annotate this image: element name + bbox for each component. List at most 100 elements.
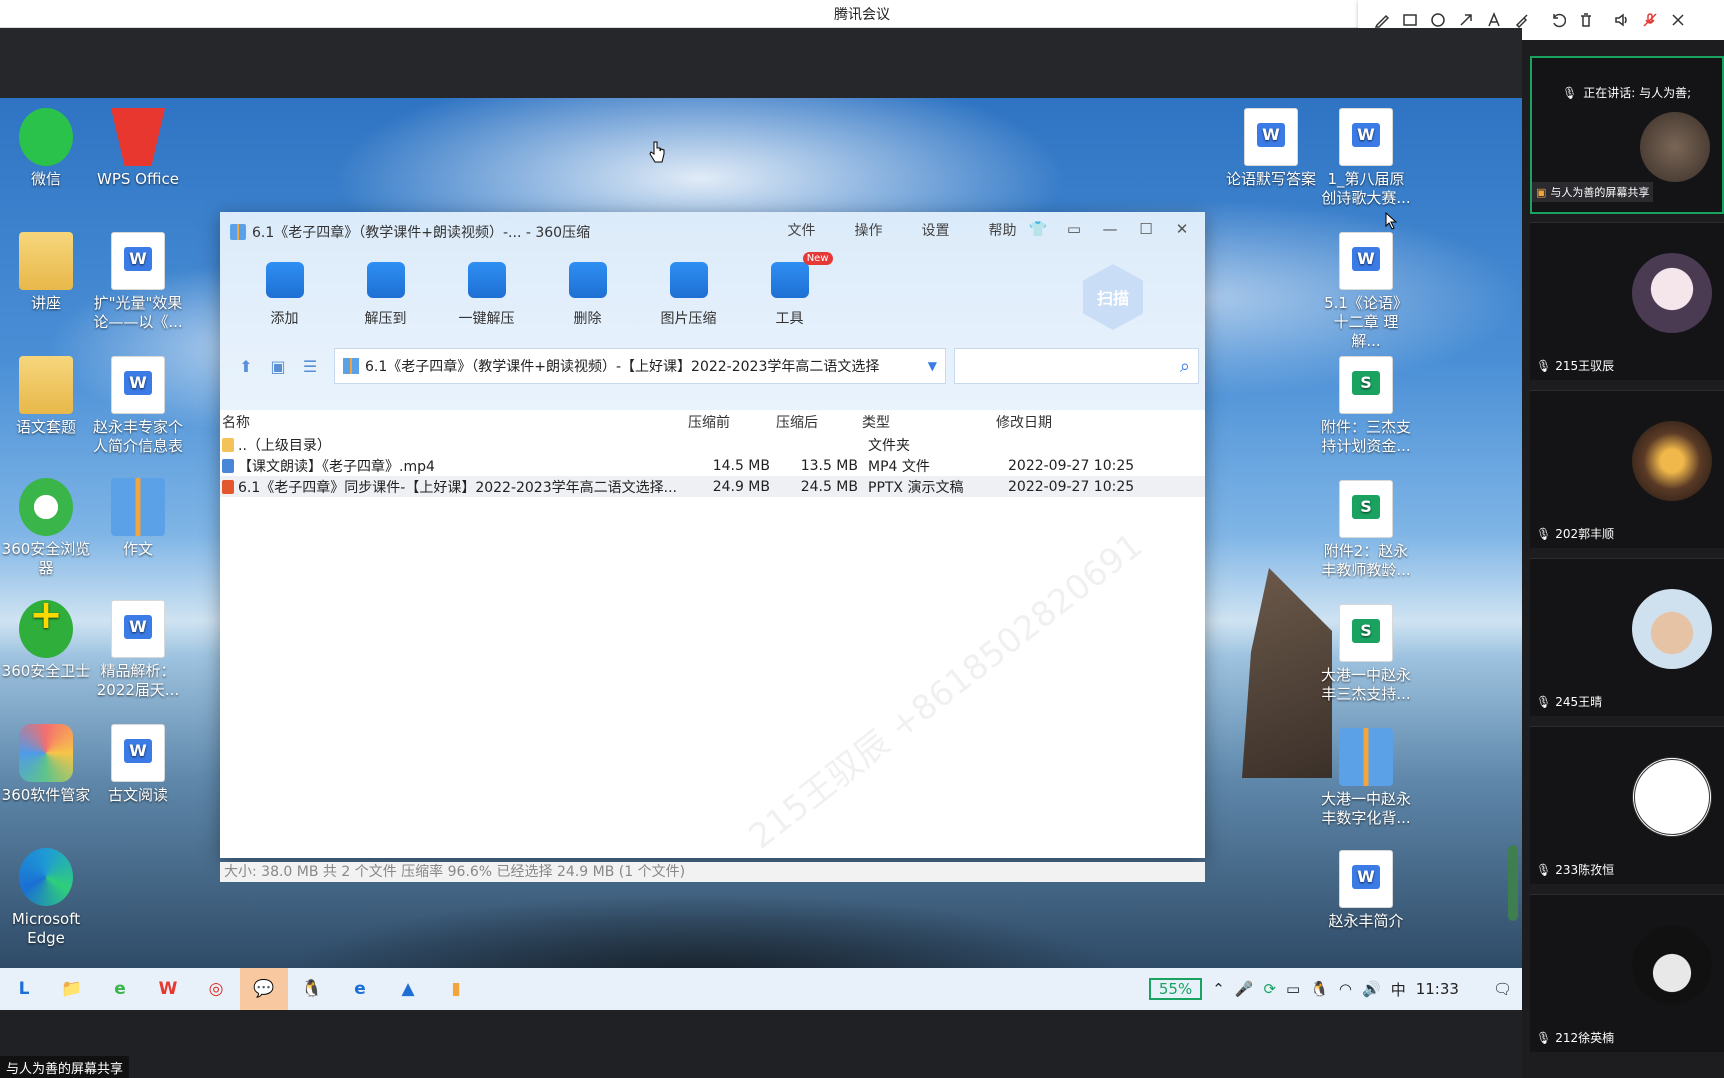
col-size-before[interactable]: 压缩前 [682, 412, 770, 432]
search-icon[interactable]: ⌕ [1180, 356, 1190, 377]
desktop-icon[interactable]: 5.1《论语》十二章 理解... [1320, 232, 1412, 351]
thumbnail-view-icon[interactable]: ▣ [262, 354, 294, 378]
taskbar-app-360zip[interactable]: ▮ [432, 968, 480, 1010]
col-name[interactable]: 名称 [220, 412, 682, 432]
path-dropdown-icon[interactable]: ▼ [928, 359, 937, 373]
doc-w-icon [1244, 108, 1298, 166]
row-name-cell: ..（上级目录） [220, 435, 682, 455]
desktop-icon[interactable]: 1_第八届原创诗歌大赛... [1320, 108, 1412, 208]
delete-button[interactable]: 删除 [537, 262, 638, 328]
image-compress-button[interactable]: 图片压缩 [638, 262, 739, 328]
tools-icon: New [770, 252, 833, 298]
desktop-icon[interactable]: 大港一中赵永丰数字化背... [1320, 728, 1412, 828]
col-size-after[interactable]: 压缩后 [770, 412, 858, 432]
feedback-icon[interactable]: ▭ [1059, 218, 1089, 240]
desktop-icon[interactable]: 讲座 [0, 232, 92, 313]
delete-icon[interactable] [1572, 6, 1600, 34]
taskbar-app-chrome[interactable]: ◎ [192, 968, 240, 1010]
menu-file[interactable]: 文件 [768, 220, 835, 240]
desktop-icon[interactable]: WPS Office [92, 108, 184, 189]
up-arrow-icon[interactable]: ⬆ [230, 354, 262, 378]
participant-card[interactable]: 🎙 233陈孜恒 [1530, 726, 1724, 884]
desktop-icon[interactable]: Microsoft Edge [0, 848, 92, 948]
skin-icon[interactable]: 👕 [1023, 218, 1053, 240]
desktop-icon[interactable]: 论语默写答案 [1225, 108, 1317, 189]
participant-card-speaking[interactable]: 🎙 正在讲话: 与人为善; ▣ 与人为善的屏幕共享 [1530, 56, 1724, 214]
battery-icon[interactable]: ▭ [1286, 980, 1300, 998]
desktop-icon[interactable]: 古文阅读 [92, 724, 184, 805]
menu-settings[interactable]: 设置 [902, 220, 969, 240]
col-type[interactable]: 类型 [858, 412, 996, 432]
ime-indicator[interactable]: 中 [1391, 979, 1406, 1000]
desktop-icon[interactable]: 语文套题 [0, 356, 92, 437]
scan-button[interactable]: 扫描 [1083, 264, 1143, 330]
volume-icon[interactable]: 🔊 [1362, 980, 1381, 998]
speaker-icon[interactable] [1608, 6, 1636, 34]
wechat-icon [19, 108, 73, 166]
desktop-icon[interactable]: 作文 [92, 478, 184, 559]
list-view-icon[interactable]: ☰ [294, 354, 326, 378]
mic-off-icon: 🎙 [1536, 1030, 1552, 1045]
col-date[interactable]: 修改日期 [996, 412, 1156, 432]
desktop-icon[interactable]: 赵永丰简介 [1320, 850, 1412, 931]
tools-button[interactable]: New 工具 [739, 252, 840, 328]
participant-card[interactable]: 🎙 215王驭辰 [1530, 222, 1724, 380]
close-window-button[interactable]: ✕ [1167, 218, 1197, 240]
desktop-icon[interactable]: 360安全卫士 [0, 600, 92, 681]
one-click-extract-button[interactable]: 一键解压 [436, 262, 537, 328]
mic-off-icon: 🎙 [1536, 694, 1552, 709]
menu-operate[interactable]: 操作 [835, 220, 902, 240]
desktop-icon[interactable]: 精品解析：2022届天... [92, 600, 184, 700]
desktop-icon-label: 大港一中赵永丰数字化背... [1320, 790, 1411, 827]
desktop-icon-label: 附件2：赵永丰教师教龄... [1321, 542, 1411, 579]
clock[interactable]: 11:33 [1416, 980, 1459, 998]
taskbar-app-meeting[interactable]: ▲ [384, 968, 432, 1010]
chevron-up-icon[interactable]: ⌃ [1212, 980, 1225, 998]
taskbar-app-wps[interactable]: W [144, 968, 192, 1010]
table-row-selected[interactable]: 6.1《老子四章》同步课件-【上好课】2022-2023学年高二语文选择... … [220, 476, 1205, 497]
sync-icon[interactable]: ⟳ [1263, 980, 1276, 998]
row-type: 文件夹 [868, 437, 910, 454]
taskbar-app-explorer[interactable]: 📁 [48, 968, 96, 1010]
maximize-button[interactable]: ☐ [1131, 218, 1161, 240]
taskbar-app-edge[interactable]: e [336, 968, 384, 1010]
desktop-icon[interactable]: 附件：三杰支持计划资金... [1320, 356, 1412, 456]
participant-card[interactable]: 🎙 202郭丰顺 [1530, 390, 1724, 548]
path-bar: ⬆ ▣ ☰ 6.1《老子四章》（教学课件+朗读视频）-【上好课】2022-202… [230, 348, 1199, 384]
wps-icon [111, 108, 165, 166]
zip-window: 6.1《老子四章》（教学课件+朗读视频）-... - 360压缩 文件 操作 设… [220, 212, 1205, 882]
wifi-icon[interactable]: ◠ [1339, 980, 1352, 998]
desktop-icon[interactable]: 微信 [0, 108, 92, 189]
panel-scrollbar[interactable] [1508, 845, 1518, 921]
taskbar-app-lenovo[interactable]: L [0, 968, 48, 1010]
desktop-icon[interactable]: 360安全浏览器 [0, 478, 92, 578]
desktop-icon[interactable]: 扩"光量"效果论——以《... [92, 232, 184, 332]
battery-indicator[interactable]: 55% [1148, 978, 1203, 1000]
participant-card[interactable]: 🎙 212徐英楠 [1530, 894, 1724, 1052]
desktop-icon[interactable]: 赵永丰专家个人简介信息表 [92, 356, 184, 456]
undo-icon[interactable] [1544, 6, 1572, 34]
meeting-window: 腾讯会议 微信WPS Office讲座扩"光量"效果论——以《...语文套题赵永… [0, 0, 1724, 1078]
path-input[interactable]: 6.1《老子四章》（教学课件+朗读视频）-【上好课】2022-2023学年高二语… [334, 348, 946, 384]
microphone-icon[interactable]: 🎤 [1235, 980, 1254, 998]
notification-icon[interactable]: 🗨 [1493, 980, 1512, 998]
extract-to-button[interactable]: 解压到 [335, 262, 436, 328]
participant-card[interactable]: 🎙 245王晴 [1530, 558, 1724, 716]
taskbar-app-qq[interactable]: 🐧 [288, 968, 336, 1010]
table-row[interactable]: ..（上级目录） 文件夹 [220, 434, 1205, 455]
search-input[interactable]: ⌕ [954, 348, 1199, 384]
add-button[interactable]: 添加 [234, 262, 335, 328]
qq-tray-icon[interactable]: 🐧 [1310, 980, 1329, 998]
taskbar-app-wechat[interactable]: 💬 [240, 968, 288, 1010]
mic-muted-icon[interactable] [1636, 6, 1664, 34]
desktop-icon[interactable]: 附件2：赵永丰教师教龄... [1320, 480, 1412, 580]
desktop-icon[interactable]: 大港一中赵永丰三杰支持... [1320, 604, 1412, 704]
desktop-icon-label: 微信 [30, 170, 61, 188]
taskbar-app-360browser[interactable]: e [96, 968, 144, 1010]
table-row[interactable]: 【课文朗读】《老子四章》.mp4 14.5 MB 13.5 MB MP4 文件 … [220, 455, 1205, 476]
close-icon[interactable] [1664, 6, 1692, 34]
row-post: 24.5 MB [800, 478, 858, 495]
minimize-button[interactable]: — [1095, 218, 1125, 240]
path-text: 6.1《老子四章》（教学课件+朗读视频）-【上好课】2022-2023学年高二语… [365, 359, 880, 375]
desktop-icon[interactable]: 360软件管家 [0, 724, 92, 805]
